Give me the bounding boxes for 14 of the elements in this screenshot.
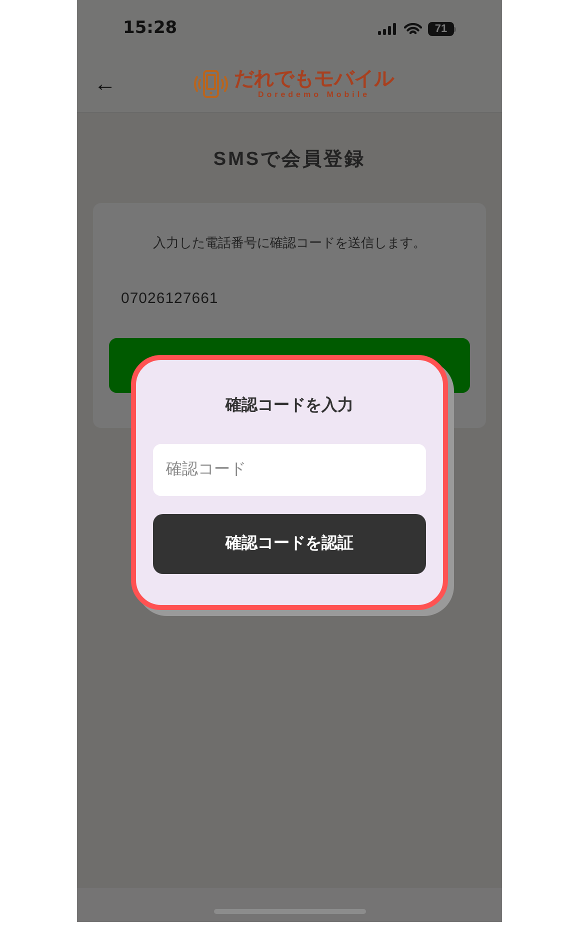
phone-number-field[interactable]: 07026127661 [121,288,470,310]
battery-indicator: 71 [428,22,456,36]
description-text: 入力した電話番号に確認コードを送信します。 [152,234,427,252]
page-title: SMSで会員登録 [213,148,366,172]
signal-icon [378,23,398,35]
logo-subtext: Doredemo Mobile [258,90,370,99]
phone-signal-icon [191,68,231,98]
verify-button[interactable]: 確認コードを認証 [153,514,426,574]
code-input-field[interactable]: 確認コード [153,444,426,496]
status-time: 15:28 [123,17,178,40]
wifi-icon [404,22,422,36]
back-button[interactable]: ← [94,72,116,94]
logo-text: だれでもモバイル [234,68,394,90]
dialog-title: 確認コードを入力 [226,395,354,416]
